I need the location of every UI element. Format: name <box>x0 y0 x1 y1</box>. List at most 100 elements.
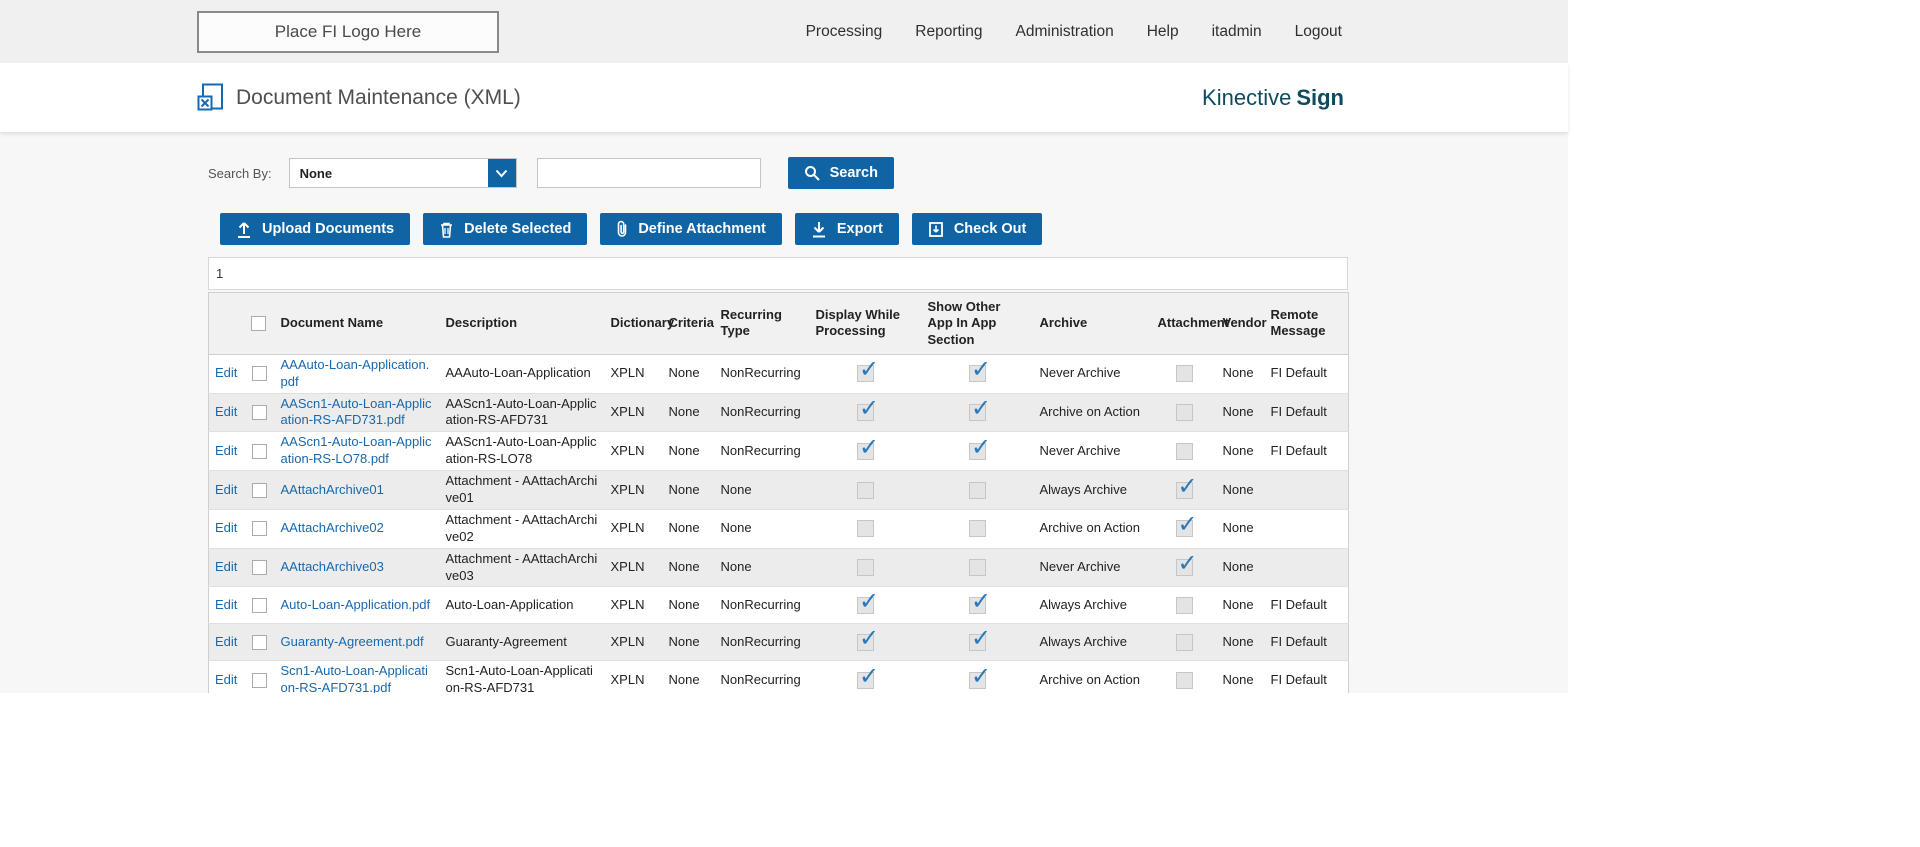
nav-logout[interactable]: Logout <box>1295 23 1342 41</box>
attachment-checkbox <box>1175 403 1193 421</box>
row-checkbox[interactable] <box>252 366 267 382</box>
document-name-link[interactable]: Guaranty-Agreement.pdf <box>281 634 424 649</box>
export-button[interactable]: Export <box>794 213 899 245</box>
edit-link[interactable]: Edit <box>215 634 237 649</box>
criteria-text: None <box>668 481 700 497</box>
row-checkbox[interactable] <box>252 560 267 576</box>
column-header-description: Description <box>439 292 605 355</box>
row-checkbox[interactable] <box>252 521 267 537</box>
chevron-down-icon[interactable] <box>487 159 516 187</box>
show-other-app-checkbox <box>969 661 991 692</box>
document-name-link[interactable]: AAScn1-Auto-Loan-Application-RS-AFD731.p… <box>281 396 432 428</box>
vendor-text: None <box>1222 671 1254 687</box>
row-checkbox[interactable] <box>252 482 267 498</box>
show-other-app-checkbox <box>969 559 986 577</box>
nav-reporting[interactable]: Reporting <box>915 23 982 41</box>
dictionary-text: XPLN <box>610 559 645 575</box>
column-header-vendor: Vendor <box>1216 292 1267 355</box>
table-row: Edit AAAuto-Loan-Application.pdf AAAuto-Lo… <box>208 353 1349 394</box>
criteria-text: None <box>668 596 700 612</box>
row-checkbox[interactable] <box>252 443 267 459</box>
criteria-text: None <box>668 403 700 419</box>
table-row: Edit AAttachArchive01 Attachment - AAttach… <box>208 470 1349 510</box>
remote-message-text: FI Default <box>1270 403 1327 419</box>
search-by-dropdown[interactable]: None <box>288 158 517 188</box>
nav-processing[interactable]: Processing <box>806 23 883 41</box>
documents-table: Document Name Description Dictionary Criter… <box>208 292 1349 693</box>
description-text: Attachment - AAttachArchive03 <box>445 550 598 583</box>
edit-link[interactable]: Edit <box>215 559 237 574</box>
recurring-type-text: NonRecurring <box>720 403 801 419</box>
document-name-link[interactable]: AAttachArchive03 <box>281 559 384 574</box>
vendor-text: None <box>1222 520 1254 536</box>
edit-link[interactable]: Edit <box>215 404 237 419</box>
display-while-processing-checkbox <box>857 623 879 654</box>
paperclip-icon <box>616 220 628 238</box>
brand-suffix: Sign <box>1296 84 1344 110</box>
edit-link[interactable]: Edit <box>215 365 237 380</box>
export-label: Export <box>836 221 883 237</box>
search-input[interactable] <box>536 158 761 188</box>
pagination-bar: 1 <box>208 257 1348 290</box>
document-name-link[interactable]: Auto-Loan-Application.pdf <box>281 597 431 612</box>
document-name-link[interactable]: AAttachArchive02 <box>281 520 384 535</box>
recurring-type-text: NonRecurring <box>720 442 801 458</box>
row-checkbox[interactable] <box>252 598 267 614</box>
trash-icon <box>439 221 454 238</box>
description-text: Guaranty-Agreement <box>445 633 567 649</box>
document-name-link[interactable]: AAScn1-Auto-Loan-Application-RS-LO78.pdf <box>281 434 432 466</box>
table-row: Edit AAScn1-Auto-Loan-Application-RS-AFD7… <box>208 392 1349 432</box>
vendor-text: None <box>1222 633 1254 649</box>
description-text: AAAuto-Loan-Application <box>445 365 591 381</box>
upload-documents-label: Upload Documents <box>262 221 395 237</box>
row-checkbox[interactable] <box>252 635 267 651</box>
archive-text: Never Archive <box>1039 365 1121 381</box>
nav-help[interactable]: Help <box>1147 23 1179 41</box>
select-all-checkbox[interactable] <box>250 316 266 332</box>
archive-text: Archive on Action <box>1039 671 1140 687</box>
criteria-text: None <box>668 671 700 687</box>
column-header-select <box>244 292 275 355</box>
nav-itadmin[interactable]: itadmin <box>1212 23 1262 41</box>
row-checkbox[interactable] <box>252 672 267 688</box>
check-out-button[interactable]: Check Out <box>911 213 1043 245</box>
edit-link[interactable]: Edit <box>215 597 237 612</box>
attachment-checkbox <box>1175 471 1198 502</box>
table-header-row: Document Name Description Dictionary Criter… <box>208 292 1349 355</box>
page-title: Document Maintenance (XML) <box>236 85 521 109</box>
delete-selected-button[interactable]: Delete Selected <box>423 213 588 245</box>
edit-link[interactable]: Edit <box>215 672 237 687</box>
edit-link[interactable]: Edit <box>215 482 237 497</box>
download-icon <box>811 220 827 238</box>
table-row: Edit Guaranty-Agreement.pdf Guaranty-Agree… <box>208 623 1349 661</box>
search-button[interactable]: Search <box>787 157 894 189</box>
recurring-type-text: NonRecurring <box>720 671 801 687</box>
display-while-processing-checkbox <box>857 559 874 577</box>
vendor-text: None <box>1222 559 1254 575</box>
display-while-processing-checkbox <box>857 520 874 538</box>
brand-logo: Kinective Sign <box>1202 85 1344 111</box>
page-number[interactable]: 1 <box>216 266 223 281</box>
define-attachment-button[interactable]: Define Attachment <box>600 213 782 245</box>
document-name-link[interactable]: AAAuto-Loan-Application.pdf <box>281 357 430 389</box>
recurring-type-text: None <box>720 559 752 575</box>
edit-link[interactable]: Edit <box>215 443 237 458</box>
column-header-display_while_processing: Display While Processing <box>809 292 922 355</box>
description-text: Attachment - AAttachArchive01 <box>445 473 598 505</box>
remote-message-text: FI Default <box>1270 671 1327 687</box>
dictionary-text: XPLN <box>610 403 645 419</box>
archive-text: Archive on Action <box>1039 403 1140 419</box>
column-header-recurring_type: Recurring Type <box>714 292 810 355</box>
nav-administration[interactable]: Administration <box>1016 23 1114 41</box>
check-out-label: Check Out <box>953 221 1027 237</box>
toolbar: Upload Documents Delete Selected Define At… <box>208 213 1568 245</box>
edit-link[interactable]: Edit <box>215 520 237 535</box>
document-name-link[interactable]: AAttachArchive01 <box>281 482 384 497</box>
row-checkbox[interactable] <box>252 405 267 421</box>
attachment-checkbox <box>1175 509 1198 540</box>
remote-message-text: FI Default <box>1270 596 1327 612</box>
attachment-checkbox <box>1175 548 1198 579</box>
display-while-processing-checkbox <box>857 586 879 617</box>
document-name-link[interactable]: Scn1-Auto-Loan-Application-RS-AFD731.pdf <box>281 663 428 693</box>
upload-documents-button[interactable]: Upload Documents <box>220 213 411 245</box>
